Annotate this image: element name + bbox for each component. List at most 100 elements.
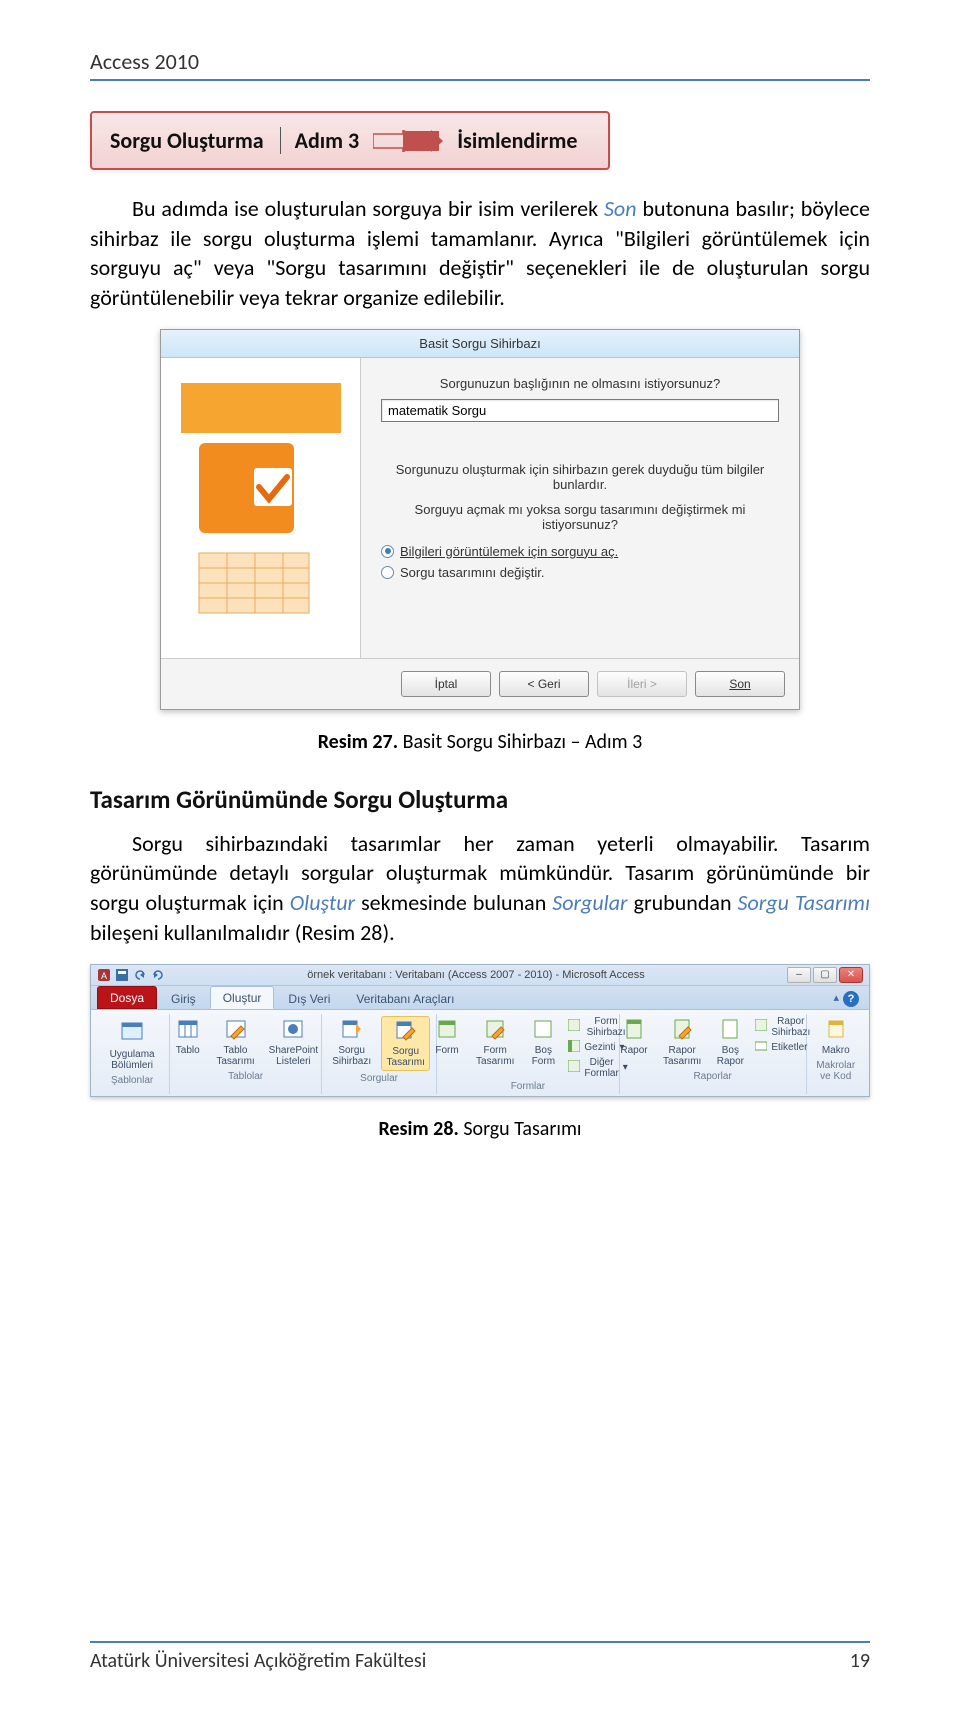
- wizard-radio-open[interactable]: Bilgileri görüntülemek için sorguyu aç.: [381, 544, 779, 559]
- footer-page-number: 19: [850, 1649, 870, 1673]
- ribbon-item-label: Sorgu Tasarımı: [386, 1046, 425, 1068]
- form-wizard-icon: [568, 1019, 580, 1034]
- wizard-question-1: Sorgunuzun başlığının ne olmasını istiyo…: [381, 376, 779, 391]
- figure-27-caption-text: Basit Sorgu Sihirbazı – Adım 3: [398, 730, 642, 754]
- ribbon-tab-external[interactable]: Dış Veri: [276, 988, 342, 1009]
- ribbon-item-application-parts[interactable]: Uygulama Bölümleri: [101, 1016, 163, 1073]
- figure-28-caption-bold: Resim 28.: [378, 1117, 458, 1141]
- paragraph-2: Sorgu sihirbazındaki tasarımlar her zama…: [90, 829, 870, 948]
- ribbon-tab-home[interactable]: Giriş: [159, 988, 208, 1009]
- report-design-icon: [671, 1018, 693, 1043]
- wizard-back-button[interactable]: < Geri: [499, 671, 589, 697]
- ribbon-item-macro[interactable]: Makro: [817, 1016, 855, 1058]
- ribbon-item-label: Etiketler: [771, 1042, 807, 1053]
- ribbon-item-label: Form: [435, 1045, 458, 1056]
- more-forms-icon: [568, 1060, 580, 1075]
- ribbon-tab-file[interactable]: Dosya: [97, 986, 157, 1009]
- wizard-radio-open-label: Bilgileri görüntülemek için sorguyu aç.: [400, 544, 618, 559]
- window-maximize-button[interactable]: ▢: [813, 967, 837, 983]
- ribbon-window-title: örnek veritabanı : Veritabanı (Access 20…: [307, 969, 645, 981]
- ribbon-item-label: Rapor Sihirbazı: [771, 1016, 810, 1038]
- ribbon-item-report[interactable]: Rapor: [615, 1016, 653, 1058]
- access-ribbon: A örnek veritabanı : Veritabanı (Access …: [90, 964, 870, 1097]
- ribbon-item-label: Gezinti: [584, 1042, 615, 1053]
- ribbon-group-label: Tablolar: [228, 1071, 263, 1082]
- header-rule: [90, 79, 870, 81]
- labels-icon: [755, 1040, 767, 1055]
- ribbon-item-label: Boş Form: [528, 1045, 558, 1067]
- footer-rule: [90, 1641, 870, 1643]
- wizard-cancel-button[interactable]: İptal: [401, 671, 491, 697]
- figure-27-caption: Resim 27. Basit Sorgu Sihirbazı – Adım 3: [90, 730, 870, 754]
- ribbon-group-label: Formlar: [511, 1081, 545, 1092]
- page-footer: Atatürk Üniversitesi Açıköğretim Fakülte…: [90, 1641, 870, 1673]
- figure-28-caption-text: Sorgu Tasarımı: [459, 1117, 582, 1141]
- wizard-desc-2: Sorguyu açmak mı yoksa sorgu tasarımını …: [381, 502, 779, 532]
- ribbon-item-label: Uygulama Bölümleri: [105, 1049, 159, 1071]
- ribbon-item-label: SharePoint Listeleri: [268, 1045, 318, 1067]
- doc-header: Access 2010: [90, 48, 870, 75]
- ribbon-item-label: Boş Rapor: [715, 1045, 745, 1067]
- ribbon-item-report-wizard[interactable]: Rapor Sihirbazı: [755, 1016, 810, 1038]
- redo-icon[interactable]: [151, 968, 165, 982]
- figure-27: Basit Sorgu Sihirbazı: [90, 329, 870, 710]
- ribbon-item-label: Rapor: [620, 1045, 647, 1056]
- blank-form-icon: [532, 1018, 554, 1043]
- figure-28-caption: Resim 28. Sorgu Tasarımı: [90, 1117, 870, 1141]
- query-design-icon: [395, 1019, 417, 1044]
- ribbon-item-query-design[interactable]: Sorgu Tasarımı: [381, 1016, 430, 1071]
- application-parts-icon: [119, 1018, 145, 1047]
- svg-text:A: A: [101, 971, 107, 981]
- footer-left: Atatürk Üniversitesi Açıköğretim Fakülte…: [90, 1649, 426, 1673]
- ribbon-group-queries: Sorgu Sihirbazı Sorgu Tasarımı Sorgular: [322, 1014, 437, 1094]
- report-icon: [623, 1018, 645, 1043]
- wizard-dialog: Basit Sorgu Sihirbazı: [160, 329, 800, 710]
- ribbon-item-blank-form[interactable]: Boş Form: [524, 1016, 562, 1069]
- ribbon-group-reports: Rapor Rapor Tasarımı Boş Rapor Rapor Sih…: [620, 1014, 807, 1094]
- report-wizard-icon: [755, 1019, 767, 1034]
- callout-box: Sorgu Oluşturma Adım 3 İsimlendirme: [90, 111, 610, 170]
- ribbon-item-label: Makro: [822, 1045, 850, 1056]
- ribbon-item-query-wizard[interactable]: Sorgu Sihirbazı: [328, 1016, 375, 1069]
- ribbon-item-table[interactable]: Tablo: [169, 1016, 207, 1058]
- wizard-next-button: İleri >: [597, 671, 687, 697]
- wizard-radio-modify[interactable]: Sorgu tasarımını değiştir.: [381, 565, 779, 580]
- p1-part-a: Bu adımda ise oluşturulan sorguya bir is…: [132, 195, 604, 222]
- p1-italic-son: Son: [604, 195, 637, 222]
- ribbon-group-label: Makrolar ve Kod: [813, 1060, 859, 1082]
- ribbon-item-form[interactable]: Form: [428, 1016, 466, 1058]
- p2-b: sekmesinde bulunan: [355, 889, 552, 916]
- p2-d: bileşeni kullanılmalıdır (Resim 28).: [90, 919, 395, 946]
- figure-27-caption-bold: Resim 27.: [318, 730, 398, 754]
- window-close-button[interactable]: ✕: [839, 967, 863, 983]
- help-icon[interactable]: ?: [843, 991, 859, 1007]
- ribbon-item-sharepoint[interactable]: SharePoint Listeleri: [264, 1016, 322, 1069]
- wizard-desc-1: Sorgunuzu oluşturmak için sihirbazın ger…: [381, 462, 779, 492]
- ribbon-group-tables: Tablo Tablo Tasarımı SharePoint Listeler…: [170, 1014, 322, 1094]
- ribbon-tab-create[interactable]: Oluştur: [210, 986, 275, 1009]
- p2-sorgu-tasarimi: Sorgu Tasarımı: [738, 889, 871, 916]
- ribbon-group-label: Şablonlar: [111, 1075, 153, 1086]
- ribbon-titlebar: A örnek veritabanı : Veritabanı (Access …: [91, 965, 869, 986]
- ribbon-item-label: Sorgu Sihirbazı: [332, 1045, 371, 1067]
- ribbon-tab-dbtools[interactable]: Veritabanı Araçları: [344, 988, 466, 1009]
- ribbon-minimize-icon[interactable]: ▴: [833, 991, 839, 1007]
- wizard-radio-modify-label: Sorgu tasarımını değiştir.: [400, 565, 545, 580]
- ribbon-group-forms: Form Form Tasarımı Boş Form Form Sihirba…: [437, 1014, 620, 1094]
- ribbon-item-table-design[interactable]: Tablo Tasarımı: [213, 1016, 259, 1069]
- ribbon-item-report-design[interactable]: Rapor Tasarımı: [659, 1016, 705, 1069]
- paragraph-1: Bu adımda ise oluşturulan sorguya bir is…: [90, 194, 870, 313]
- ribbon-item-blank-report[interactable]: Boş Rapor: [711, 1016, 749, 1069]
- wizard-name-input[interactable]: [381, 399, 779, 422]
- undo-icon[interactable]: [133, 968, 147, 982]
- save-icon[interactable]: [115, 968, 129, 982]
- ribbon-item-labels[interactable]: Etiketler: [755, 1040, 807, 1055]
- query-wizard-icon: [341, 1018, 363, 1043]
- form-design-icon: [484, 1018, 506, 1043]
- window-minimize-button[interactable]: –: [787, 967, 811, 983]
- arrow-icon: [373, 130, 443, 152]
- ribbon-item-form-design[interactable]: Form Tasarımı: [472, 1016, 518, 1069]
- ribbon-item-label: Rapor Tasarımı: [663, 1045, 701, 1067]
- heading-tasarim-gorunumu: Tasarım Görünümünde Sorgu Oluşturma: [90, 784, 870, 815]
- wizard-finish-button[interactable]: Son: [695, 671, 785, 697]
